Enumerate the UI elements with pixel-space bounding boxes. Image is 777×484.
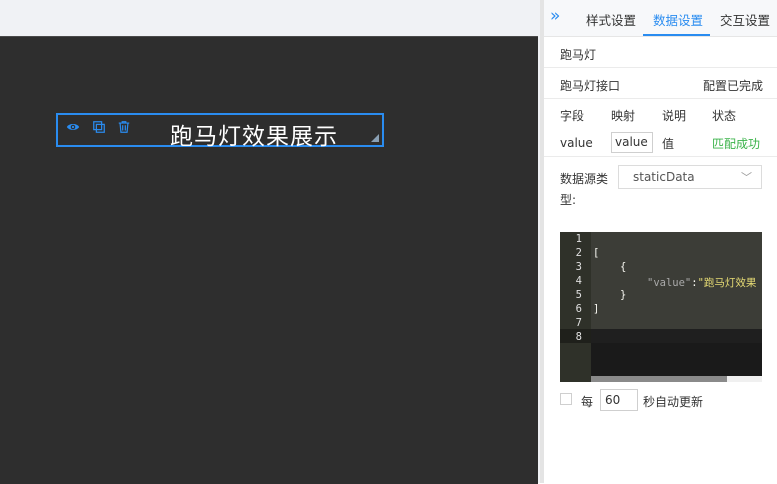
data-source-label-cont: 型: [560, 193, 577, 207]
auto-update-checkbox[interactable] [560, 393, 572, 405]
line-number: 4 [575, 275, 582, 287]
col-header-field: 字段 [560, 109, 585, 123]
tab-style-settings[interactable]: 样式设置 [586, 10, 636, 29]
interface-label: 跑马灯接口 [560, 79, 621, 93]
settings-panel: » 样式设置 数据设置 交互设置 跑马灯 跑马灯接口 配置已完成 字段 映射 说… [544, 0, 777, 483]
interface-status: 配置已完成 [703, 79, 764, 93]
auto-update-prefix: 每 [581, 395, 594, 409]
eye-icon[interactable] [66, 120, 80, 134]
line-number: 3 [575, 261, 582, 273]
component-name: 跑马灯 [560, 48, 597, 62]
resize-handle-icon[interactable] [371, 134, 379, 142]
active-tab-indicator [643, 34, 710, 36]
code-line: "value":"跑马灯效果 [647, 275, 756, 290]
line-number: 1 [575, 233, 582, 245]
auto-update-seconds-input[interactable]: 60 [600, 389, 638, 411]
line-number: 2 [575, 247, 582, 259]
interface-row: 跑马灯接口 配置已完成 [544, 68, 777, 99]
col-header-mapping: 映射 [611, 109, 636, 123]
widget-title: 跑马灯效果展示 [170, 124, 338, 150]
data-source-value: staticData [633, 170, 695, 184]
code-editor[interactable]: 1 2 3 4 5 6 7 8 [ { "value":"跑马灯效果 } ] [560, 232, 762, 382]
line-number: 8 [575, 331, 582, 343]
mapping-status: 匹配成功 [712, 137, 761, 151]
data-source-select[interactable]: staticData ﹀ [618, 165, 762, 189]
data-source-label: 数据源类 [560, 172, 609, 186]
marquee-widget[interactable]: 跑马灯效果展示 [56, 113, 384, 150]
mapping-input[interactable]: value [611, 132, 653, 153]
code-line: } [620, 289, 627, 301]
mapping-field-name: value [560, 136, 593, 150]
design-canvas[interactable]: 跑马灯效果展示 [0, 36, 538, 484]
col-header-desc: 说明 [662, 109, 687, 123]
line-number: 6 [575, 303, 582, 315]
code-line: [ [593, 247, 600, 259]
chevron-down-icon: ﹀ [741, 171, 752, 184]
tab-data-settings[interactable]: 数据设置 [653, 10, 703, 29]
canvas-area: 跑马灯效果展示 [0, 0, 540, 484]
tab-interaction-settings[interactable]: 交互设置 [720, 10, 770, 29]
line-number: 5 [575, 289, 582, 301]
line-number: 7 [575, 317, 582, 329]
active-line [591, 329, 762, 343]
editor-scrollbar-thumb[interactable] [591, 376, 727, 382]
auto-update-suffix: 秒自动更新 [643, 395, 704, 409]
trash-icon[interactable] [117, 120, 131, 134]
json-string: "跑马灯效果 [697, 277, 757, 289]
col-header-status: 状态 [712, 109, 737, 123]
code-line: ] [593, 303, 600, 315]
json-key: "value" [647, 277, 692, 289]
component-name-row: 跑马灯 [544, 37, 777, 68]
copy-icon[interactable] [92, 120, 106, 134]
collapse-panel-icon[interactable]: » [550, 8, 560, 25]
divider [544, 156, 777, 157]
settings-tabs: » 样式设置 数据设置 交互设置 [544, 0, 777, 37]
code-line: { [620, 261, 627, 273]
mapping-description: 值 [662, 137, 675, 151]
editor-empty-area [591, 343, 762, 376]
